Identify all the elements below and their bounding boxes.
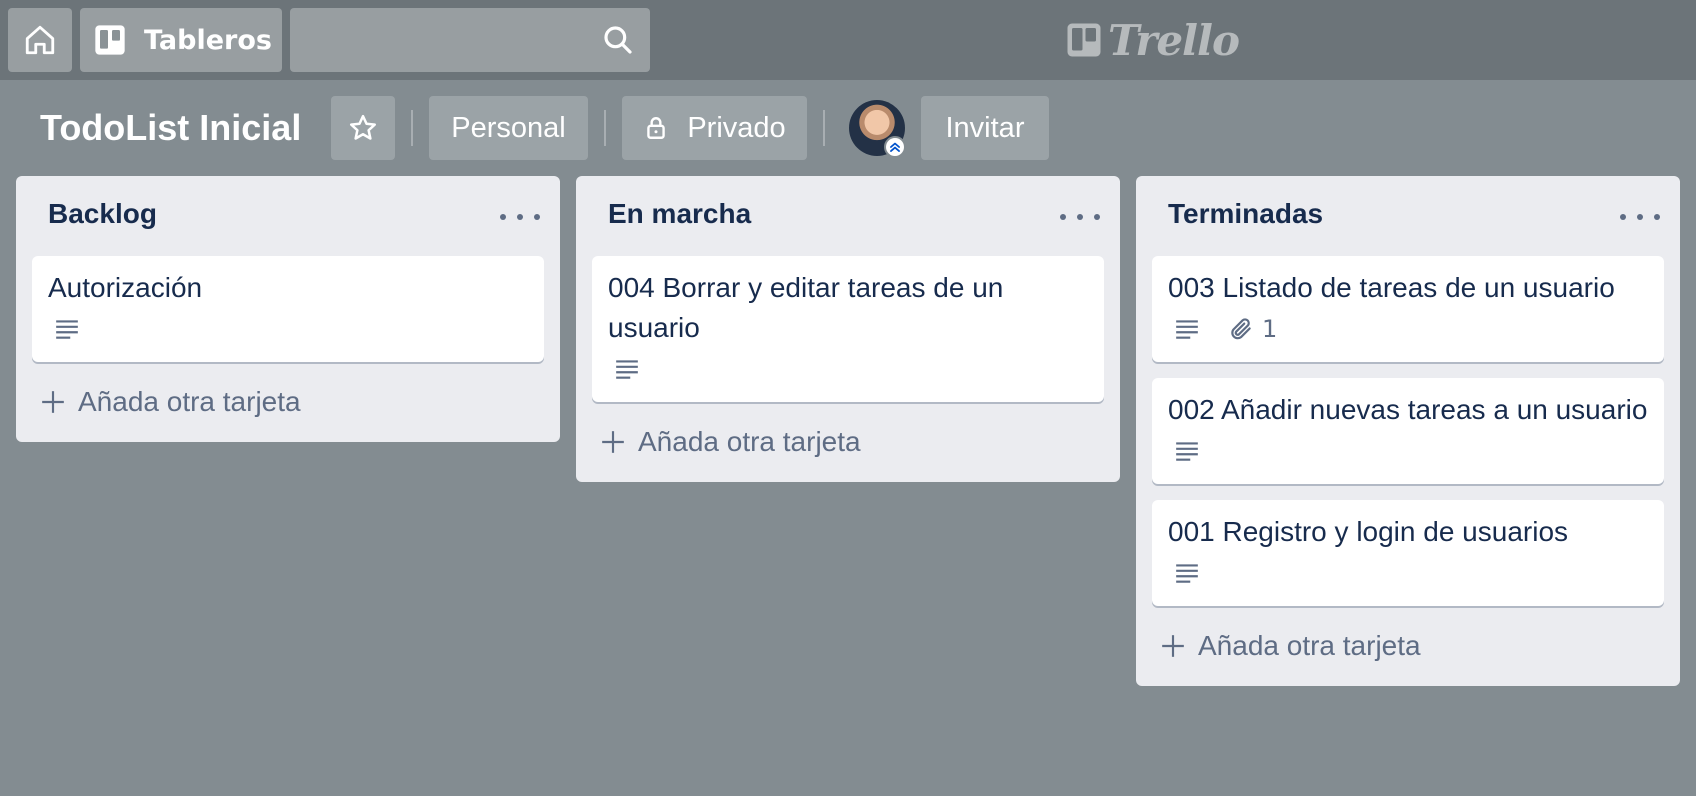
- list-header: Backlog: [16, 176, 560, 256]
- trello-logo[interactable]: Trello: [1066, 15, 1240, 65]
- list-terminadas: Terminadas 003 Listado de tareas de un u…: [1136, 176, 1680, 686]
- card[interactable]: 004 Borrar y editar tareas de un usuario: [592, 256, 1104, 402]
- card-badges: [48, 308, 528, 350]
- more-icon: [534, 214, 540, 220]
- star-icon: [350, 114, 376, 140]
- card-badges: [1168, 430, 1648, 472]
- board-title[interactable]: TodoList Inicial: [40, 100, 301, 156]
- boards-button[interactable]: Tableros: [80, 8, 282, 72]
- list-backlog: Backlog Autorización Añada otra tarjeta: [16, 176, 560, 442]
- more-icon: [517, 214, 523, 220]
- boards-icon: [95, 25, 125, 55]
- attachment-badge: 1: [1228, 315, 1277, 343]
- description-icon: [1174, 316, 1200, 342]
- trello-logo-icon: [1067, 23, 1101, 57]
- card-badges: [608, 348, 1088, 390]
- card[interactable]: Autorización: [32, 256, 544, 362]
- add-card-button[interactable]: Añada otra tarjeta: [584, 418, 1112, 466]
- description-icon: [1174, 438, 1200, 464]
- team-button[interactable]: Personal: [429, 96, 588, 160]
- card[interactable]: 002 Añadir nuevas tareas a un usuario: [1152, 378, 1664, 484]
- list-header: En marcha: [576, 176, 1120, 256]
- add-card-label: Añada otra tarjeta: [1198, 630, 1421, 661]
- add-card-button[interactable]: Añada otra tarjeta: [1144, 622, 1672, 670]
- list-title[interactable]: Terminadas: [1168, 198, 1323, 230]
- trello-logo-text: Trello: [1108, 15, 1240, 65]
- header-separator: [604, 110, 606, 146]
- home-button[interactable]: [8, 8, 72, 72]
- description-icon: [1174, 560, 1200, 586]
- star-board-button[interactable]: [331, 96, 395, 160]
- attachment-count: 1: [1262, 315, 1278, 343]
- plus-icon: [42, 391, 64, 413]
- list-header: Terminadas: [1136, 176, 1680, 256]
- add-card-label: Añada otra tarjeta: [638, 426, 861, 457]
- list-en-marcha: En marcha 004 Borrar y editar tareas de …: [576, 176, 1120, 482]
- visibility-label: Privado: [687, 111, 786, 144]
- list-menu-button[interactable]: [1620, 202, 1660, 232]
- top-header: Tableros Trello: [0, 0, 1696, 80]
- header-separator: [411, 110, 413, 146]
- lock-icon: [647, 117, 666, 139]
- header-separator: [823, 110, 825, 146]
- list-title[interactable]: Backlog: [48, 198, 157, 230]
- admin-badge-icon: [884, 136, 906, 158]
- card-badges: [1168, 552, 1648, 594]
- card-badges: 1: [1168, 308, 1648, 350]
- more-icon: [1094, 214, 1100, 220]
- card-title: Autorización: [48, 272, 203, 303]
- more-icon: [1637, 214, 1643, 220]
- more-icon: [1060, 214, 1066, 220]
- visibility-button[interactable]: Privado: [622, 96, 807, 160]
- list-title[interactable]: En marcha: [608, 198, 751, 230]
- search-icon: [604, 26, 632, 54]
- card-title: 002 Añadir nuevas tareas a un usuario: [1168, 394, 1648, 425]
- description-icon: [54, 316, 80, 342]
- more-icon: [1077, 214, 1083, 220]
- more-icon: [1654, 214, 1660, 220]
- plus-icon: [602, 431, 624, 453]
- card[interactable]: 003 Listado de tareas de un usuario 1: [1152, 256, 1664, 362]
- card-title: 001 Registro y login de usuarios: [1168, 516, 1569, 547]
- card-title: 003 Listado de tareas de un usuario: [1168, 272, 1615, 303]
- home-icon: [25, 25, 55, 55]
- add-card-label: Añada otra tarjeta: [78, 386, 301, 417]
- list-menu-button[interactable]: [1060, 202, 1100, 232]
- paperclip-icon: [1231, 318, 1251, 340]
- more-icon: [1620, 214, 1626, 220]
- add-card-button[interactable]: Añada otra tarjeta: [24, 378, 552, 426]
- invite-button[interactable]: Invitar: [921, 96, 1049, 160]
- description-icon: [614, 356, 640, 382]
- card-title: 004 Borrar y editar tareas de un usuario: [608, 272, 1004, 343]
- plus-icon: [1162, 635, 1184, 657]
- more-icon: [500, 214, 506, 220]
- boards-label: Tableros: [144, 24, 272, 56]
- list-menu-button[interactable]: [500, 202, 540, 232]
- search-input[interactable]: [290, 8, 650, 72]
- card[interactable]: 001 Registro y login de usuarios: [1152, 500, 1664, 606]
